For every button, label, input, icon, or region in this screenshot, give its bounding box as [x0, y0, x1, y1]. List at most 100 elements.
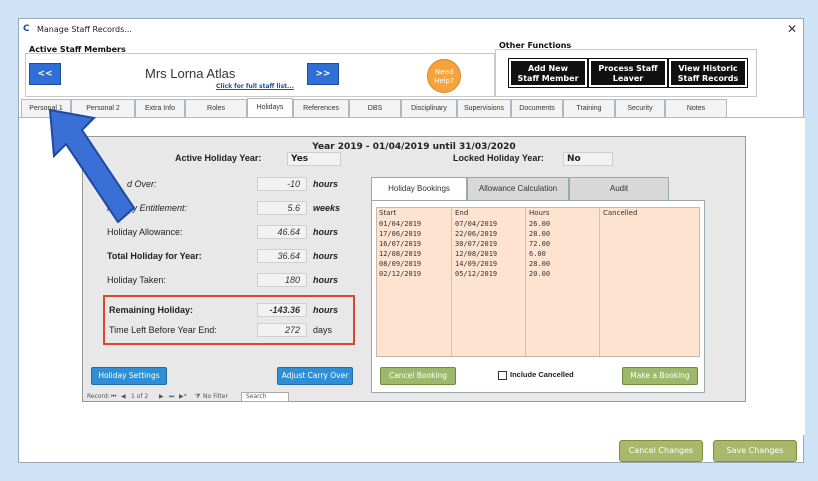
subtab-holiday-bookings[interactable]: Holiday Bookings — [371, 177, 467, 201]
next-staff-button[interactable]: >> — [307, 63, 339, 85]
booking-start[interactable]: 16/07/2019 — [379, 240, 421, 248]
booking-end[interactable]: 14/09/2019 — [455, 260, 497, 268]
active-year-value: Yes — [287, 152, 341, 166]
tab-documents[interactable]: Documents — [511, 99, 563, 117]
add-line-2: Staff Member — [517, 74, 579, 83]
time-left-value: 272 — [257, 323, 307, 337]
holiday-taken-unit: hours — [313, 275, 339, 285]
app-icon: C — [23, 24, 30, 34]
booking-hours[interactable]: 72.00 — [529, 240, 550, 248]
window-title: Manage Staff Records... — [37, 25, 132, 34]
bookings-grid: Start End Hours Cancelled 01/04/2019 07/… — [376, 207, 700, 357]
total-holiday-label: Total Holiday for Year: — [107, 251, 202, 261]
tab-disciplinary[interactable]: Disciplinary — [401, 99, 457, 117]
booking-end[interactable]: 22/06/2019 — [455, 230, 497, 238]
total-holiday-value: 36.64 — [257, 249, 307, 263]
tab-supervisions[interactable]: Supervisions — [457, 99, 511, 117]
active-year-label: Active Holiday Year: — [175, 153, 262, 163]
booking-hours[interactable]: 28.00 — [529, 260, 550, 268]
subtab-allowance-calculation[interactable]: Allowance Calculation — [467, 177, 569, 201]
add-line-1: Add New — [528, 64, 568, 73]
locked-year-value: No — [563, 152, 613, 166]
booking-hours[interactable]: 26.00 — [529, 220, 550, 228]
cancel-booking-button[interactable]: Cancel Booking — [380, 367, 456, 385]
booking-start[interactable]: 01/04/2019 — [379, 220, 421, 228]
new-record-icon[interactable]: ▶* — [179, 393, 187, 400]
historic-line-2: Staff Records — [677, 74, 739, 83]
remaining-holiday-unit: hours — [313, 305, 339, 315]
view-historic-button[interactable]: View Historic Staff Records — [668, 58, 748, 88]
allowance-unit: hours — [313, 227, 339, 237]
locked-year-label: Locked Holiday Year: — [453, 153, 544, 163]
carried-over-unit: hours — [313, 179, 339, 189]
holiday-settings-button[interactable]: Holiday Settings — [91, 367, 167, 385]
add-new-staff-button[interactable]: Add New Staff Member — [508, 58, 588, 88]
tab-training[interactable]: Training — [563, 99, 615, 117]
next-record-icon[interactable]: ▶ — [159, 393, 164, 400]
staff-name: Mrs Lorna Atlas — [145, 66, 236, 81]
booking-end[interactable]: 30/07/2019 — [455, 240, 497, 248]
tab-references[interactable]: References — [293, 99, 349, 117]
tab-extra-info[interactable]: Extra Info — [135, 99, 185, 117]
header-cancelled: Cancelled — [603, 209, 638, 217]
previous-staff-button[interactable]: << — [29, 63, 61, 85]
first-record-icon[interactable]: ⏮ — [111, 393, 116, 401]
record-navigator: Record: ⏮ ◀ 1 of 2 ▶ ⏭ ▶* ⧩ No Filter Se… — [83, 391, 373, 403]
staff-records-window: C Manage Staff Records... ✕ Active Staff… — [18, 18, 805, 463]
booking-end[interactable]: 05/12/2019 — [455, 270, 497, 278]
header-end: End — [455, 209, 469, 217]
holiday-taken-label: Holiday Taken: — [107, 275, 166, 285]
holiday-subtabs: Holiday Bookings Allowance Calculation A… — [371, 177, 711, 201]
tab-notes[interactable]: Notes — [665, 99, 727, 117]
remaining-holiday-value: -143.36 — [257, 303, 307, 317]
total-holiday-unit: hours — [313, 251, 339, 261]
tab-roles[interactable]: Roles — [185, 99, 247, 117]
subtab-audit[interactable]: Audit — [569, 177, 669, 201]
help-line-1: Need — [434, 68, 454, 76]
entitlement-unit: weeks — [313, 203, 341, 213]
process-leaver-button[interactable]: Process Staff Leaver — [588, 58, 668, 88]
remaining-holiday-highlight — [103, 295, 355, 345]
booking-hours[interactable]: 28.00 — [529, 230, 550, 238]
year-line: Year 2019 - 01/04/2019 until 31/03/2020 — [312, 142, 516, 152]
tab-security[interactable]: Security — [615, 99, 665, 117]
leaver-line-2: Leaver — [612, 74, 644, 83]
cancel-changes-button[interactable]: Cancel Changes — [619, 440, 703, 462]
full-staff-list-link[interactable]: Click for full staff list... — [216, 83, 294, 90]
booking-start[interactable]: 17/06/2019 — [379, 230, 421, 238]
grid-divider — [525, 208, 526, 356]
last-record-icon[interactable]: ⏭ — [169, 393, 174, 401]
booking-hours[interactable]: 20.00 — [529, 270, 550, 278]
adjust-carry-over-button[interactable]: Adjust Carry Over — [277, 367, 353, 385]
record-position[interactable]: 1 of 2 — [131, 393, 148, 400]
record-search-input[interactable]: Search — [241, 392, 289, 402]
need-help-button[interactable]: Need Help? — [427, 59, 461, 93]
tab-dbs[interactable]: DBS — [349, 99, 401, 117]
include-cancelled-checkbox[interactable] — [498, 371, 507, 380]
filter-icon: ⧩ — [195, 393, 201, 400]
pointer-arrow-icon — [48, 108, 136, 224]
booking-end[interactable]: 12/08/2019 — [455, 250, 497, 258]
no-filter-indicator[interactable]: No Filter — [203, 393, 228, 400]
booking-start[interactable]: 12/08/2019 — [379, 250, 421, 258]
record-label: Record: — [87, 393, 110, 400]
include-cancelled-label: Include Cancelled — [510, 370, 574, 379]
previous-record-icon[interactable]: ◀ — [121, 393, 126, 400]
booking-start[interactable]: 02/12/2019 — [379, 270, 421, 278]
bookings-panel: Start End Hours Cancelled 01/04/2019 07/… — [371, 200, 705, 393]
allowance-value: 46.64 — [257, 225, 307, 239]
holiday-year-form: Year 2019 - 01/04/2019 until 31/03/2020 … — [82, 136, 746, 402]
booking-start[interactable]: 08/09/2019 — [379, 260, 421, 268]
close-icon[interactable]: ✕ — [787, 22, 797, 36]
booking-end[interactable]: 07/04/2019 — [455, 220, 497, 228]
historic-line-1: View Historic — [678, 64, 738, 73]
tab-holidays[interactable]: Holidays — [247, 98, 293, 118]
carried-over-value: -10 — [257, 177, 307, 191]
grid-divider — [451, 208, 452, 356]
time-left-unit: days — [313, 325, 333, 335]
booking-hours[interactable]: 6.00 — [529, 250, 546, 258]
save-changes-button[interactable]: Save Changes — [713, 440, 797, 462]
make-booking-button[interactable]: Make a Booking — [622, 367, 698, 385]
title-bar: C Manage Staff Records... ✕ — [19, 19, 803, 39]
leaver-line-1: Process Staff — [598, 64, 658, 73]
